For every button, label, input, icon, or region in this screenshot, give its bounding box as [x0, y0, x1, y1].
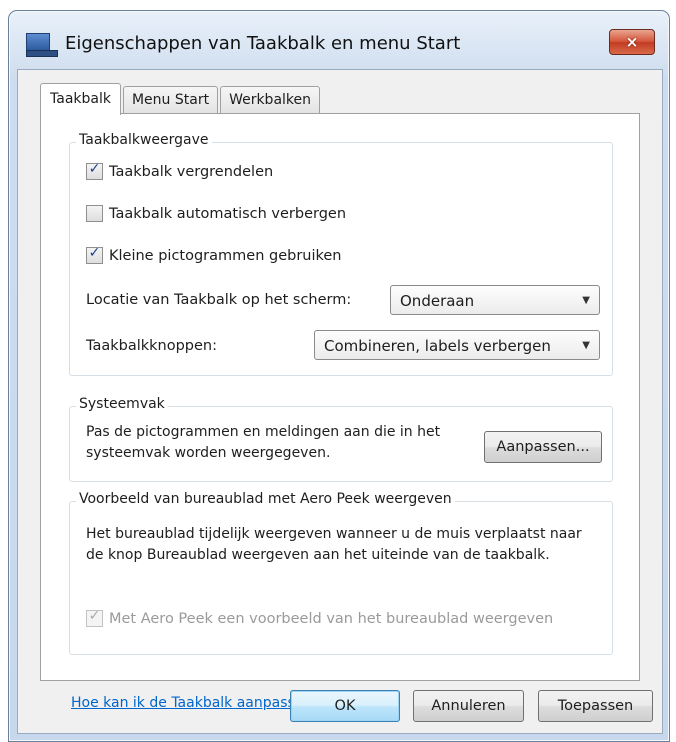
location-value: Onderaan — [400, 292, 475, 310]
chevron-down-icon: ▼ — [582, 340, 590, 351]
lock-taskbar-checkbox[interactable]: ✓ — [86, 161, 103, 180]
taskbar-buttons-value: Combineren, labels verbergen — [324, 337, 551, 355]
aero-peek-group: Voorbeeld van bureaublad met Aero Peek w… — [69, 491, 613, 655]
taskbar-buttons-dropdown[interactable]: Combineren, labels verbergen ▼ — [314, 330, 600, 360]
tab-panel-taakbalk: Taakbalkweergave ✓ Taakbalk vergrendelen… — [40, 113, 640, 711]
checkmark-icon: ✓ — [88, 608, 101, 624]
taskbar-appearance-group: Taakbalkweergave ✓ Taakbalk vergrendelen… — [69, 132, 613, 376]
location-label: Locatie van Taakbalk op het scherm: — [86, 292, 352, 308]
title-bar[interactable]: Eigenschappen van Taakbalk en menu Start… — [9, 11, 669, 69]
dialog-client-area: Taakbalk Menu Start Werkbalken Taakbalkw… — [17, 69, 663, 734]
window-title: Eigenschappen van Taakbalk en menu Start — [65, 33, 461, 54]
taskbar-buttons-label: Taakbalkknoppen: — [86, 338, 218, 354]
tab-werkbalken[interactable]: Werkbalken — [220, 86, 321, 114]
small-icons-label[interactable]: Kleine pictogrammen gebruiken — [109, 248, 342, 264]
lock-taskbar-label[interactable]: Taakbalk vergrendelen — [109, 164, 273, 180]
aero-peek-option[interactable]: ✓ Met Aero Peek een voorbeeld van het bu… — [86, 608, 553, 627]
properties-window: Eigenschappen van Taakbalk en menu Start… — [8, 10, 670, 742]
ok-button[interactable]: OK — [290, 690, 400, 722]
tab-menu-start[interactable]: Menu Start — [122, 86, 219, 114]
notification-area-description: Pas de pictogrammen en meldingen aan die… — [86, 424, 441, 461]
auto-hide-label[interactable]: Taakbalk automatisch verbergen — [109, 206, 346, 222]
group-title-aero-peek: Voorbeeld van bureaublad met Aero Peek w… — [76, 491, 455, 507]
checkmark-icon: ✓ — [88, 161, 101, 177]
aero-peek-description: Het bureaublad tijdelijk weergeven wanne… — [86, 526, 582, 563]
taskbar-icon — [26, 33, 58, 57]
location-dropdown[interactable]: Onderaan ▼ — [390, 285, 600, 315]
close-button[interactable]: × — [609, 29, 655, 55]
aero-peek-label[interactable]: Met Aero Peek een voorbeeld van het bure… — [109, 611, 553, 627]
close-icon: × — [625, 33, 639, 51]
lock-taskbar-option[interactable]: ✓ Taakbalk vergrendelen — [86, 161, 273, 180]
aero-peek-checkbox[interactable]: ✓ — [86, 608, 103, 627]
tab-strip: Taakbalk Menu Start Werkbalken — [40, 82, 322, 115]
help-link[interactable]: Hoe kan ik de Taakbalk aanpassen? — [71, 695, 320, 711]
apply-button[interactable]: Toepassen — [538, 690, 653, 722]
cancel-button[interactable]: Annuleren — [413, 690, 524, 722]
checkmark-icon: ✓ — [88, 245, 101, 261]
small-icons-option[interactable]: ✓ Kleine pictogrammen gebruiken — [86, 245, 342, 264]
group-title-notification-area: Systeemvak — [76, 396, 168, 412]
auto-hide-checkbox[interactable] — [86, 205, 103, 222]
notification-area-group: Systeemvak Pas de pictogrammen en meldin… — [69, 396, 613, 482]
customize-button[interactable]: Aanpassen... — [484, 431, 602, 463]
tab-taakbalk[interactable]: Taakbalk — [40, 83, 121, 115]
group-title-taskbar-appearance: Taakbalkweergave — [76, 132, 212, 148]
small-icons-checkbox[interactable]: ✓ — [86, 245, 103, 264]
auto-hide-option[interactable]: Taakbalk automatisch verbergen — [86, 205, 346, 222]
chevron-down-icon: ▼ — [582, 295, 590, 306]
